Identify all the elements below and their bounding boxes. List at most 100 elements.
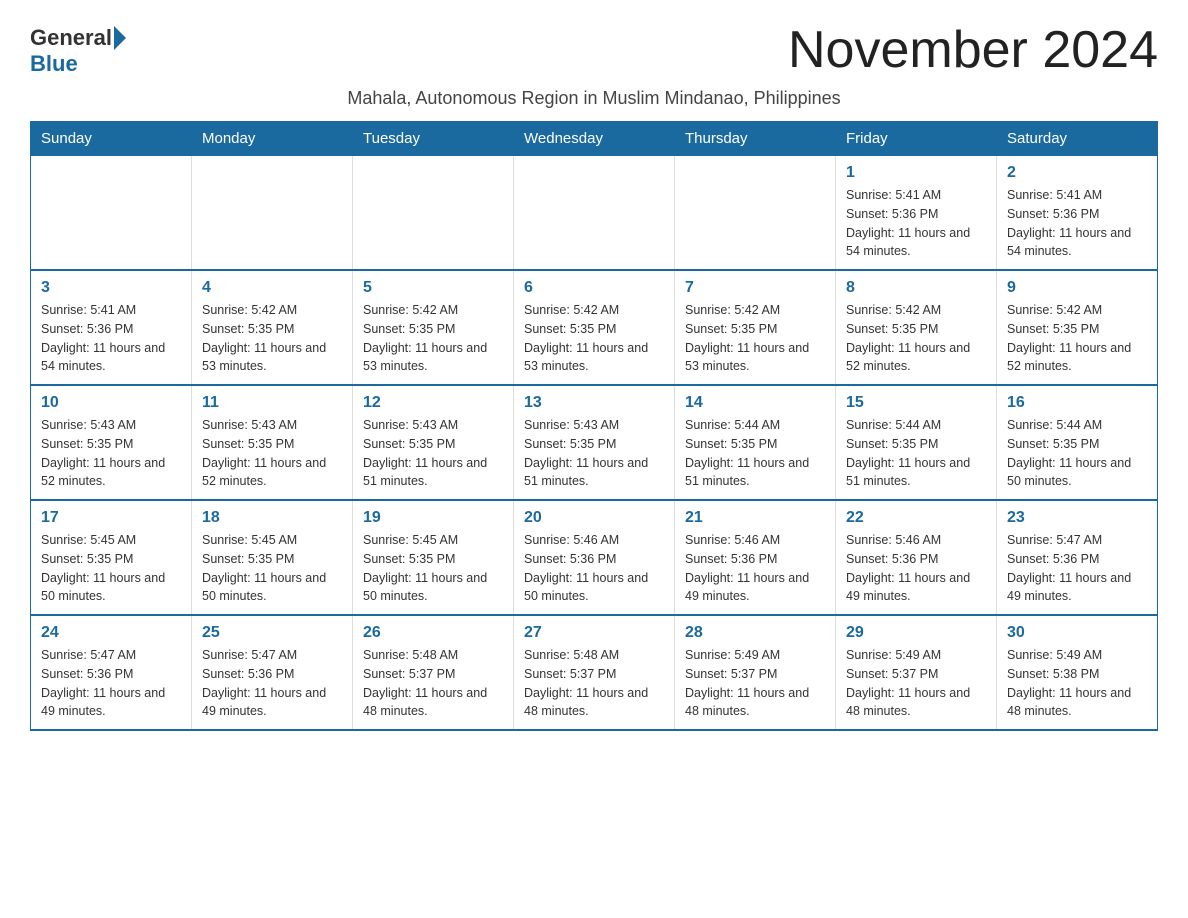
day-number: 5 bbox=[363, 279, 503, 297]
logo: General Blue bbox=[30, 20, 126, 77]
day-number: 10 bbox=[41, 394, 181, 412]
day-number: 11 bbox=[202, 394, 342, 412]
day-info: Sunrise: 5:42 AMSunset: 5:35 PMDaylight:… bbox=[685, 301, 825, 376]
logo-blue-text: Blue bbox=[30, 51, 78, 76]
day-number: 24 bbox=[41, 624, 181, 642]
page-header: General Blue November 2024 bbox=[30, 20, 1158, 80]
header-tuesday: Tuesday bbox=[353, 122, 514, 156]
calendar-cell-19: 19Sunrise: 5:45 AMSunset: 5:35 PMDayligh… bbox=[353, 500, 514, 615]
week-row-5: 24 Sunrise: 5:47 AMSunset: 5:36 PMDayligh… bbox=[31, 615, 1158, 730]
month-title: November 2024 bbox=[788, 20, 1158, 80]
calendar-cell-16: 16 Sunrise: 5:44 AMSunset: 5:35 PMDayligh… bbox=[997, 385, 1158, 500]
calendar-cell-empty bbox=[353, 156, 514, 271]
week-row-2: 3 Sunrise: 5:41 AMSunset: 5:36 PMDaylight… bbox=[31, 270, 1158, 385]
day-info: Sunrise: 5:42 AMSunset: 5:35 PMDaylight:… bbox=[846, 301, 986, 376]
day-info: Sunrise: 5:47 AMSunset: 5:36 PMDaylight:… bbox=[202, 646, 342, 721]
day-info: Sunrise: 5:48 AMSunset: 5:37 PMDaylight:… bbox=[524, 646, 664, 721]
day-number: 25 bbox=[202, 624, 342, 642]
header-thursday: Thursday bbox=[675, 122, 836, 156]
day-number: 2 bbox=[1007, 164, 1147, 182]
calendar-cell-28: 28 Sunrise: 5:49 AMSunset: 5:37 PMDayligh… bbox=[675, 615, 836, 730]
day-info: Sunrise: 5:49 AMSunset: 5:38 PMDaylight:… bbox=[1007, 646, 1147, 721]
day-number: 9 bbox=[1007, 279, 1147, 297]
day-info: Sunrise: 5:46 AMSunset: 5:36 PMDaylight:… bbox=[846, 531, 986, 606]
calendar-cell-empty bbox=[514, 156, 675, 271]
header-saturday: Saturday bbox=[997, 122, 1158, 156]
calendar-cell-5: 5 Sunrise: 5:42 AMSunset: 5:35 PMDaylight… bbox=[353, 270, 514, 385]
header-monday: Monday bbox=[192, 122, 353, 156]
calendar-cell-22: 22 Sunrise: 5:46 AMSunset: 5:36 PMDayligh… bbox=[836, 500, 997, 615]
calendar-cell-2: 2 Sunrise: 5:41 AMSunset: 5:36 PMDaylight… bbox=[997, 156, 1158, 271]
day-info: Sunrise: 5:44 AMSunset: 5:35 PMDaylight:… bbox=[1007, 416, 1147, 491]
calendar-cell-30: 30 Sunrise: 5:49 AMSunset: 5:38 PMDayligh… bbox=[997, 615, 1158, 730]
calendar-cell-empty bbox=[675, 156, 836, 271]
day-number: 16 bbox=[1007, 394, 1147, 412]
day-info: Sunrise: 5:44 AMSunset: 5:35 PMDaylight:… bbox=[846, 416, 986, 491]
calendar-cell-26: 26Sunrise: 5:48 AMSunset: 5:37 PMDayligh… bbox=[353, 615, 514, 730]
day-number: 12 bbox=[363, 394, 503, 412]
day-info: Sunrise: 5:42 AMSunset: 5:35 PMDaylight:… bbox=[524, 301, 664, 376]
day-number: 15 bbox=[846, 394, 986, 412]
day-number: 13 bbox=[524, 394, 664, 412]
calendar-cell-3: 3 Sunrise: 5:41 AMSunset: 5:36 PMDaylight… bbox=[31, 270, 192, 385]
calendar-cell-4: 4 Sunrise: 5:42 AMSunset: 5:35 PMDaylight… bbox=[192, 270, 353, 385]
day-info: Sunrise: 5:49 AMSunset: 5:37 PMDaylight:… bbox=[846, 646, 986, 721]
week-row-3: 10 Sunrise: 5:43 AMSunset: 5:35 PMDayligh… bbox=[31, 385, 1158, 500]
day-info: Sunrise: 5:46 AMSunset: 5:36 PMDaylight:… bbox=[685, 531, 825, 606]
day-info: Sunrise: 5:46 AMSunset: 5:36 PMDaylight:… bbox=[524, 531, 664, 606]
header-wednesday: Wednesday bbox=[514, 122, 675, 156]
calendar-cell-12: 12 Sunrise: 5:43 AMSunset: 5:35 PMDayligh… bbox=[353, 385, 514, 500]
day-info: Sunrise: 5:49 AMSunset: 5:37 PMDaylight:… bbox=[685, 646, 825, 721]
day-info: Sunrise: 5:41 AMSunset: 5:36 PMDaylight:… bbox=[846, 186, 986, 261]
day-number: 1 bbox=[846, 164, 986, 182]
calendar-cell-23: 23 Sunrise: 5:47 AMSunset: 5:36 PMDayligh… bbox=[997, 500, 1158, 615]
day-number: 26 bbox=[363, 624, 503, 642]
calendar-cell-6: 6 Sunrise: 5:42 AMSunset: 5:35 PMDaylight… bbox=[514, 270, 675, 385]
calendar-cell-25: 25 Sunrise: 5:47 AMSunset: 5:36 PMDayligh… bbox=[192, 615, 353, 730]
calendar-header: SundayMondayTuesdayWednesdayThursdayFrid… bbox=[31, 122, 1158, 156]
day-info: Sunrise: 5:41 AMSunset: 5:36 PMDaylight:… bbox=[41, 301, 181, 376]
days-of-week-row: SundayMondayTuesdayWednesdayThursdayFrid… bbox=[31, 122, 1158, 156]
header-friday: Friday bbox=[836, 122, 997, 156]
calendar-cell-9: 9 Sunrise: 5:42 AMSunset: 5:35 PMDaylight… bbox=[997, 270, 1158, 385]
day-info: Sunrise: 5:43 AMSunset: 5:35 PMDaylight:… bbox=[202, 416, 342, 491]
calendar-cell-14: 14Sunrise: 5:44 AMSunset: 5:35 PMDayligh… bbox=[675, 385, 836, 500]
calendar-cell-10: 10 Sunrise: 5:43 AMSunset: 5:35 PMDayligh… bbox=[31, 385, 192, 500]
calendar-cell-8: 8 Sunrise: 5:42 AMSunset: 5:35 PMDaylight… bbox=[836, 270, 997, 385]
header-sunday: Sunday bbox=[31, 122, 192, 156]
day-info: Sunrise: 5:47 AMSunset: 5:36 PMDaylight:… bbox=[1007, 531, 1147, 606]
calendar-cell-empty bbox=[31, 156, 192, 271]
calendar-table: SundayMondayTuesdayWednesdayThursdayFrid… bbox=[30, 121, 1158, 731]
day-info: Sunrise: 5:45 AMSunset: 5:35 PMDaylight:… bbox=[202, 531, 342, 606]
calendar-cell-1: 1 Sunrise: 5:41 AMSunset: 5:36 PMDaylight… bbox=[836, 156, 997, 271]
calendar-cell-21: 21 Sunrise: 5:46 AMSunset: 5:36 PMDayligh… bbox=[675, 500, 836, 615]
calendar-cell-11: 11 Sunrise: 5:43 AMSunset: 5:35 PMDayligh… bbox=[192, 385, 353, 500]
day-info: Sunrise: 5:41 AMSunset: 5:36 PMDaylight:… bbox=[1007, 186, 1147, 261]
logo-general-text: General bbox=[30, 25, 112, 51]
day-number: 30 bbox=[1007, 624, 1147, 642]
day-number: 8 bbox=[846, 279, 986, 297]
day-info: Sunrise: 5:42 AMSunset: 5:35 PMDaylight:… bbox=[1007, 301, 1147, 376]
day-number: 4 bbox=[202, 279, 342, 297]
day-number: 22 bbox=[846, 509, 986, 527]
day-info: Sunrise: 5:42 AMSunset: 5:35 PMDaylight:… bbox=[202, 301, 342, 376]
day-info: Sunrise: 5:47 AMSunset: 5:36 PMDaylight:… bbox=[41, 646, 181, 721]
calendar-cell-17: 17Sunrise: 5:45 AMSunset: 5:35 PMDayligh… bbox=[31, 500, 192, 615]
day-info: Sunrise: 5:43 AMSunset: 5:35 PMDaylight:… bbox=[41, 416, 181, 491]
calendar-cell-13: 13Sunrise: 5:43 AMSunset: 5:35 PMDayligh… bbox=[514, 385, 675, 500]
calendar-cell-20: 20Sunrise: 5:46 AMSunset: 5:36 PMDayligh… bbox=[514, 500, 675, 615]
day-number: 21 bbox=[685, 509, 825, 527]
day-number: 28 bbox=[685, 624, 825, 642]
day-number: 6 bbox=[524, 279, 664, 297]
calendar-cell-18: 18Sunrise: 5:45 AMSunset: 5:35 PMDayligh… bbox=[192, 500, 353, 615]
day-number: 29 bbox=[846, 624, 986, 642]
day-number: 27 bbox=[524, 624, 664, 642]
day-info: Sunrise: 5:45 AMSunset: 5:35 PMDaylight:… bbox=[41, 531, 181, 606]
calendar-cell-empty bbox=[192, 156, 353, 271]
calendar-body: 1 Sunrise: 5:41 AMSunset: 5:36 PMDaylight… bbox=[31, 156, 1158, 731]
day-number: 23 bbox=[1007, 509, 1147, 527]
day-info: Sunrise: 5:42 AMSunset: 5:35 PMDaylight:… bbox=[363, 301, 503, 376]
day-number: 3 bbox=[41, 279, 181, 297]
day-number: 7 bbox=[685, 279, 825, 297]
day-info: Sunrise: 5:43 AMSunset: 5:35 PMDaylight:… bbox=[363, 416, 503, 491]
